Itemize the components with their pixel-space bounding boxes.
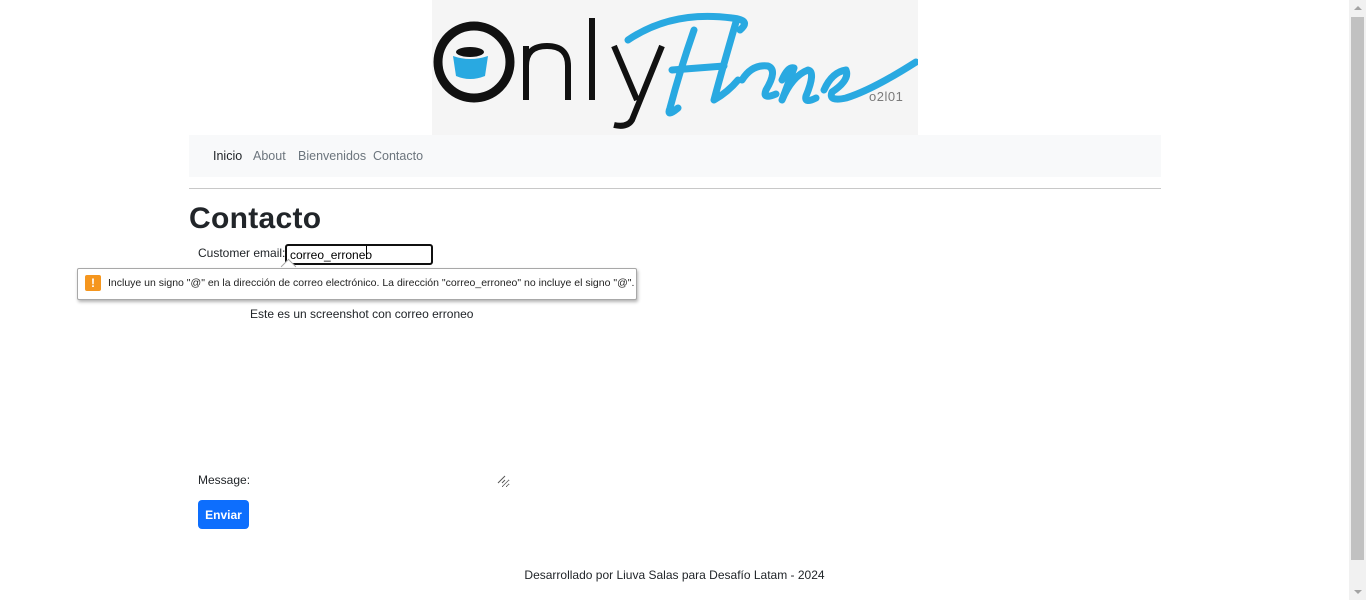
message-textarea[interactable] — [250, 472, 510, 488]
logo-letter-n — [523, 42, 571, 100]
vertical-scrollbar[interactable] — [1349, 0, 1366, 600]
nav-item-about[interactable]: About — [253, 149, 286, 163]
warning-icon: ! — [85, 275, 101, 291]
logo-letter-y — [611, 44, 665, 129]
text-caret — [366, 246, 367, 259]
footer-text: Desarrollado por Liuva Salas para Desafí… — [524, 568, 825, 582]
scroll-down-arrow-icon[interactable] — [1349, 583, 1366, 600]
site-logo: o2l01 — [432, 0, 918, 135]
logo-graphic — [433, 12, 918, 129]
validation-tooltip: ! Incluye un signo "@" en la dirección d… — [77, 268, 637, 300]
nav-item-contacto[interactable]: Contacto — [373, 149, 423, 163]
submit-button[interactable]: Enviar — [198, 500, 249, 529]
logo-subtext: o2l01 — [869, 89, 904, 104]
nav-item-bienvenidos[interactable]: Bienvenidos — [298, 149, 366, 163]
scrollbar-thumb[interactable] — [1351, 17, 1364, 560]
divider — [189, 188, 1161, 189]
logo-bowl-rim — [456, 47, 484, 57]
logo-bowl — [453, 56, 488, 79]
message-label: Message: — [198, 473, 251, 487]
nav-item-inicio[interactable]: Inicio — [213, 149, 242, 163]
navbar: Inicio About Bienvenidos Contacto — [189, 135, 1161, 177]
screenshot-note: Este es un screenshot con correo erroneo — [250, 307, 474, 321]
resize-handle-icon[interactable] — [497, 475, 506, 484]
page-title: Contacto — [189, 202, 322, 235]
email-label: Customer email: — [198, 246, 286, 260]
validation-message: Incluye un signo "@" en la dirección de … — [108, 277, 635, 289]
email-field[interactable] — [285, 244, 433, 265]
scroll-up-arrow-icon[interactable] — [1349, 0, 1366, 17]
